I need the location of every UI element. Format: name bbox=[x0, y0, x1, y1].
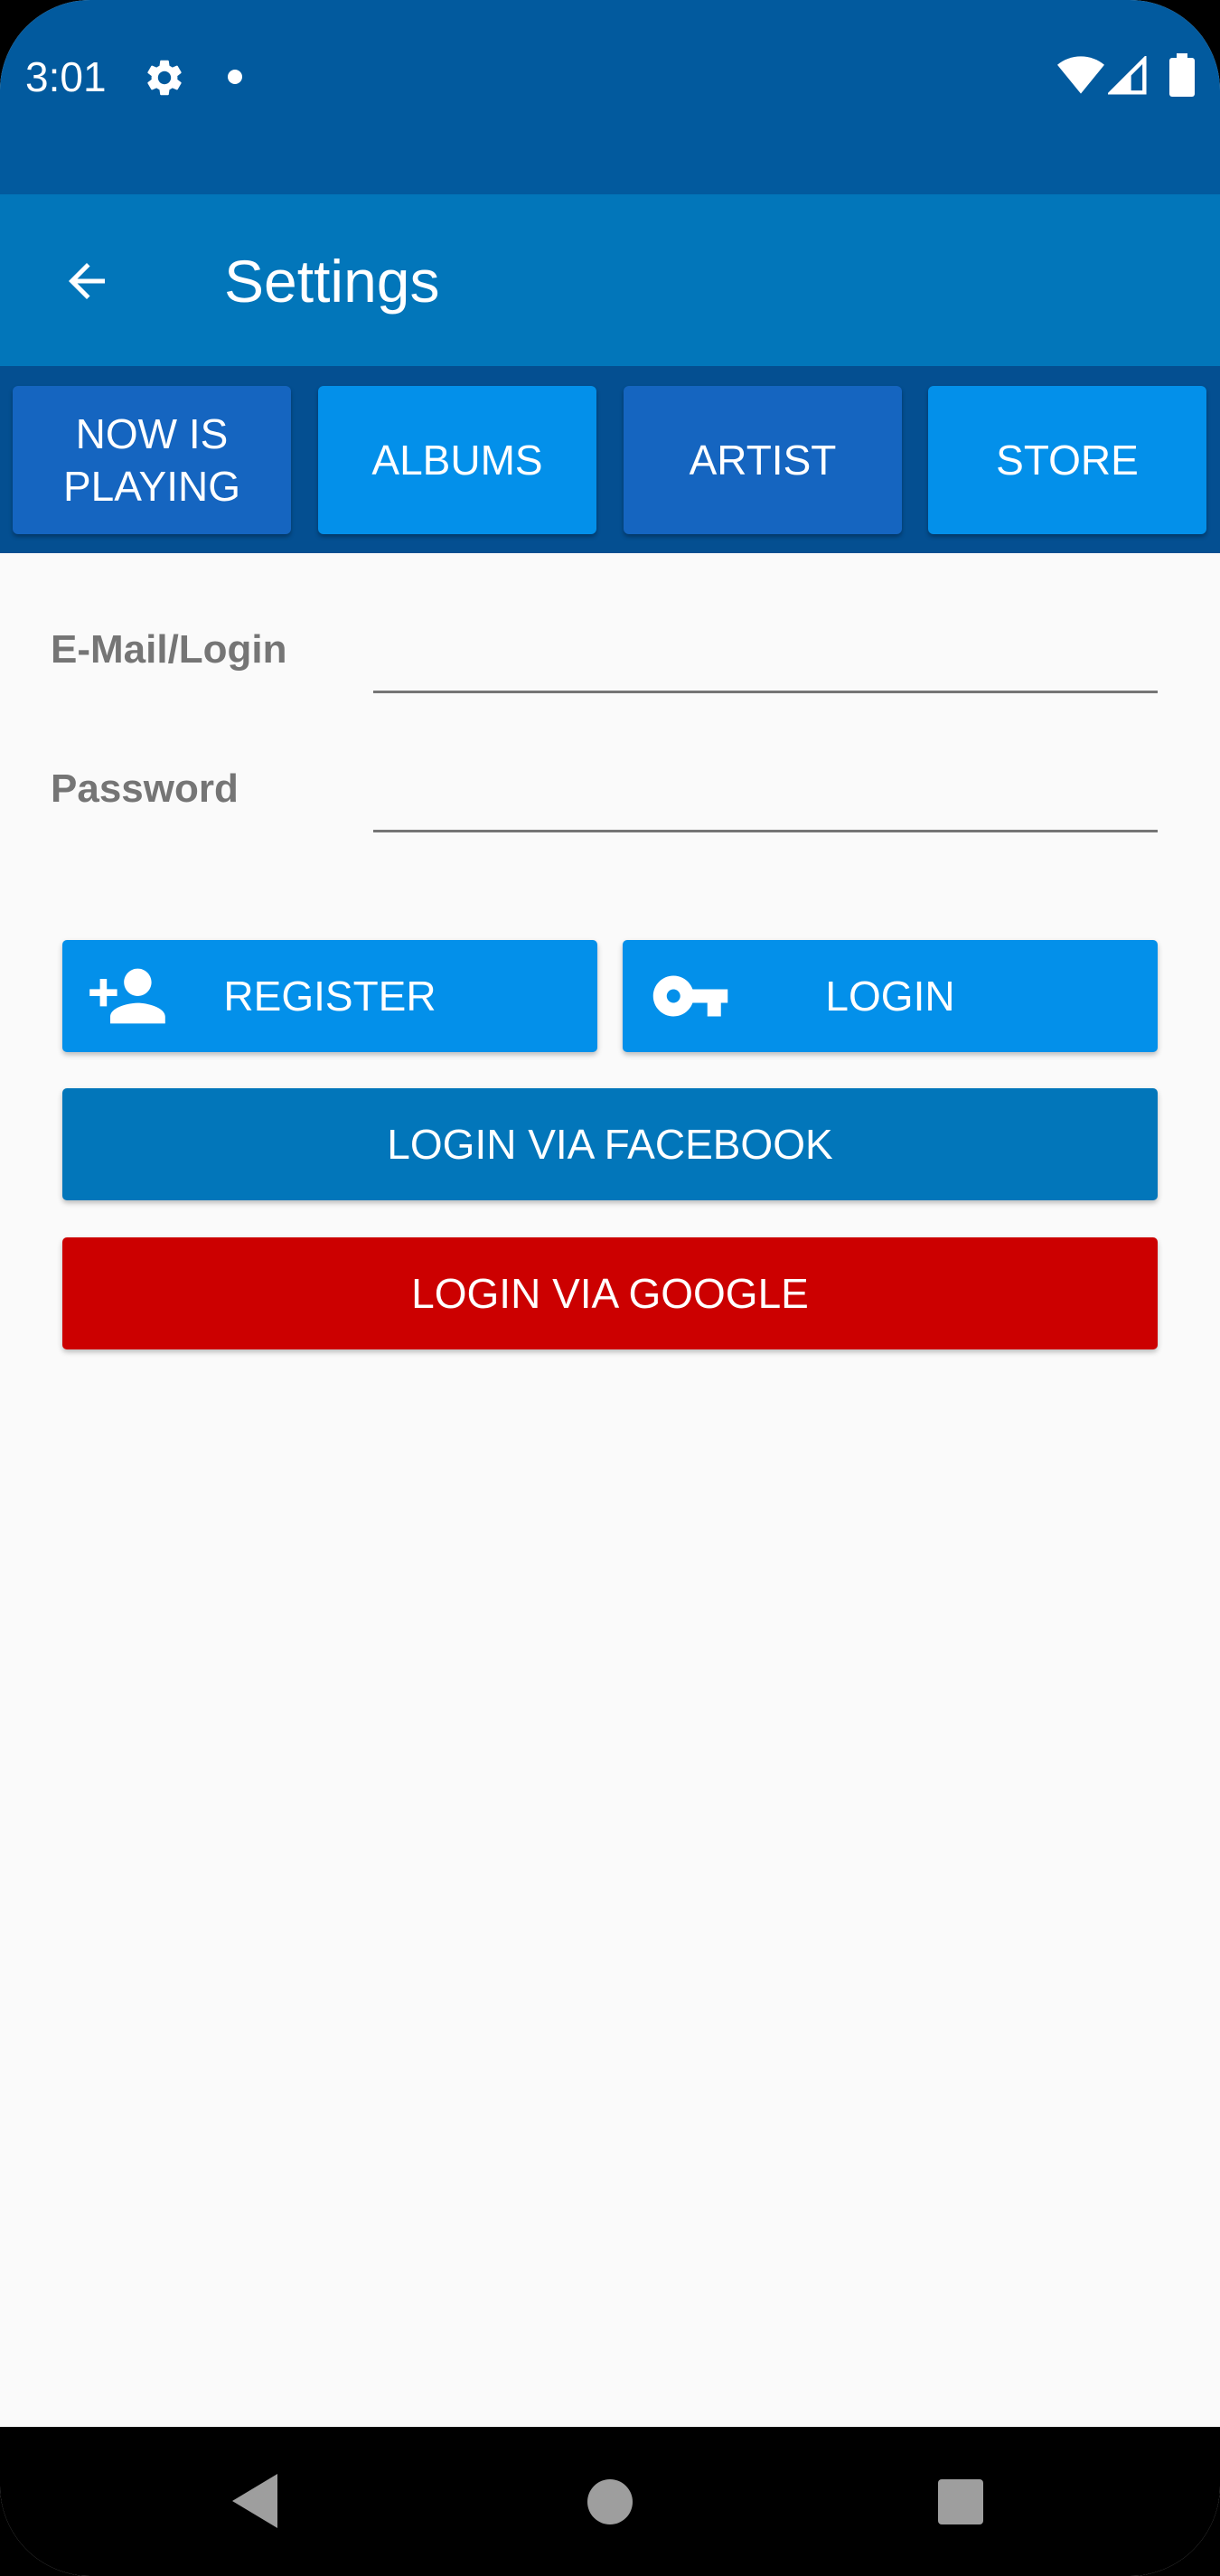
signal-icon bbox=[1108, 56, 1147, 95]
navigation-bar bbox=[0, 2427, 1220, 2576]
email-field[interactable] bbox=[373, 619, 1161, 693]
password-underline bbox=[373, 830, 1158, 832]
register-button[interactable]: REGISTER bbox=[62, 940, 597, 1052]
app-bar: Settings bbox=[0, 194, 1220, 366]
login-google-label: LOGIN VIA GOOGLE bbox=[411, 1270, 809, 1317]
password-label: Password bbox=[51, 766, 239, 811]
login-button[interactable]: LOGIN bbox=[623, 940, 1158, 1052]
email-underline bbox=[373, 691, 1158, 693]
email-label: E-Mail/Login bbox=[51, 627, 287, 672]
status-bar: 3:01 bbox=[0, 0, 1220, 194]
tab-label: STORE bbox=[996, 437, 1139, 484]
tab-artist[interactable]: ARTIST bbox=[624, 386, 902, 534]
tab-label: NOW IS PLAYING bbox=[63, 410, 240, 510]
nav-back-icon[interactable] bbox=[231, 2474, 278, 2528]
login-label: LOGIN bbox=[825, 973, 955, 1020]
tab-label: ALBUMS bbox=[371, 437, 543, 484]
back-arrow-icon[interactable] bbox=[58, 254, 116, 308]
tab-albums[interactable]: ALBUMS bbox=[318, 386, 596, 534]
status-time: 3:01 bbox=[25, 53, 107, 100]
login-facebook-label: LOGIN VIA FACEBOOK bbox=[387, 1121, 833, 1168]
login-google-button[interactable]: LOGIN VIA GOOGLE bbox=[62, 1237, 1158, 1349]
nav-home-icon[interactable] bbox=[587, 2479, 633, 2524]
page-title: Settings bbox=[224, 248, 440, 315]
tab-now-is-playing[interactable]: NOW IS PLAYING bbox=[13, 386, 291, 534]
register-label: REGISTER bbox=[223, 973, 436, 1020]
tab-store[interactable]: STORE bbox=[928, 386, 1206, 534]
wifi-icon bbox=[1057, 56, 1104, 94]
notification-dot-icon bbox=[228, 70, 242, 84]
nav-recents-icon[interactable] bbox=[938, 2479, 983, 2524]
login-facebook-button[interactable]: LOGIN VIA FACEBOOK bbox=[62, 1088, 1158, 1200]
phone-screen: 3:01 Settings NOW IS PLAYING ALBUMS ARTI… bbox=[0, 0, 1220, 2576]
tab-label: ARTIST bbox=[689, 437, 837, 484]
tab-bar: NOW IS PLAYING ALBUMS ARTIST STORE bbox=[0, 366, 1220, 553]
battery-icon bbox=[1169, 53, 1195, 97]
password-field[interactable] bbox=[373, 757, 1161, 832]
gear-icon bbox=[147, 60, 182, 96]
